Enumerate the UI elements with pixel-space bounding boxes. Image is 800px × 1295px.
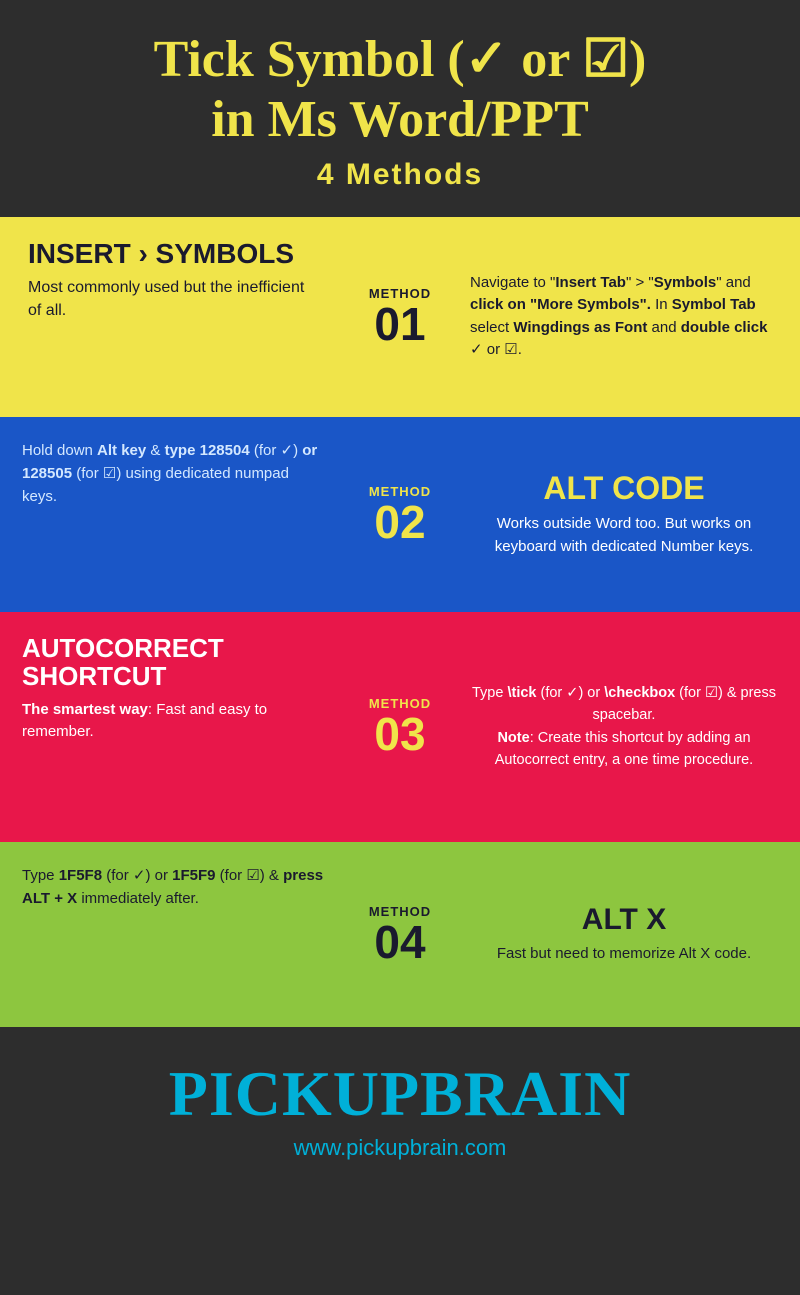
footer-brand: PICKUPBRAIN <box>20 1057 780 1131</box>
method-04-number: 04 <box>374 919 425 965</box>
method-01-right: Navigate to "Insert Tab" > "Symbols" and… <box>460 217 800 417</box>
method-02-badge: METHOD 02 <box>340 417 460 612</box>
method-04-left: Type 1F5F8 (for ✓) or 1F5F9 (for ☑) & pr… <box>0 842 340 1027</box>
method-03-number: 03 <box>374 711 425 757</box>
header: Tick Symbol (✓ or ☑)in Ms Word/PPT 4 Met… <box>0 0 800 217</box>
footer-url: www.pickupbrain.com <box>20 1135 780 1161</box>
method-01-right-text: Navigate to "Insert Tab" > "Symbols" and… <box>470 272 778 362</box>
method-01-left: INSERT › SYMBOLS Most commonly used but … <box>0 217 340 417</box>
method-01-badge: METHOD 01 <box>340 217 460 417</box>
page-title: Tick Symbol (✓ or ☑)in Ms Word/PPT <box>20 30 780 150</box>
method-04-right: ALT X Fast but need to memorize Alt X co… <box>460 842 800 1027</box>
method-04-section: Type 1F5F8 (for ✓) or 1F5F9 (for ☑) & pr… <box>0 842 800 1027</box>
method-03-badge: METHOD 03 <box>340 612 460 842</box>
method-02-number: 02 <box>374 499 425 545</box>
method-03-section: AUTOCORRECTSHORTCUT The smartest way: Fa… <box>0 612 800 842</box>
method-04-right-title: ALT X <box>470 903 778 937</box>
method-02-left-text: Hold down Alt key & type 128504 (for ✓) … <box>22 439 325 509</box>
method-03-title: AUTOCORRECTSHORTCUT <box>22 634 325 691</box>
method-02-section: Hold down Alt key & type 128504 (for ✓) … <box>0 417 800 612</box>
subtitle: 4 Methods <box>20 158 780 192</box>
method-04-left-text: Type 1F5F8 (for ✓) or 1F5F9 (for ☑) & pr… <box>22 864 325 911</box>
method-03-left: AUTOCORRECTSHORTCUT The smartest way: Fa… <box>0 612 340 842</box>
method-01-section: INSERT › SYMBOLS Most commonly used but … <box>0 217 800 417</box>
method-03-right: Type \tick (for ✓) or \checkbox (for ☑) … <box>460 612 800 842</box>
method-03-sub: The smartest way: Fast and easy to remem… <box>22 699 325 744</box>
method-02-right: ALT CODE Works outside Word too. But wor… <box>460 417 800 612</box>
method-04-badge: METHOD 04 <box>340 842 460 1027</box>
method-02-right-title: ALT CODE <box>470 470 778 507</box>
method-03-right-text: Type \tick (for ✓) or \checkbox (for ☑) … <box>470 682 778 772</box>
methods-container: INSERT › SYMBOLS Most commonly used but … <box>0 217 800 1027</box>
method-01-number: 01 <box>374 301 425 347</box>
method-04-right-desc: Fast but need to memorize Alt X code. <box>470 943 778 966</box>
method-01-title: INSERT › SYMBOLS <box>28 239 320 270</box>
method-01-desc: Most commonly used but the inefficient o… <box>28 277 320 322</box>
method-02-right-desc: Works outside Word too. But works on key… <box>470 513 778 558</box>
footer: PICKUPBRAIN www.pickupbrain.com <box>0 1027 800 1186</box>
method-02-left: Hold down Alt key & type 128504 (for ✓) … <box>0 417 340 612</box>
